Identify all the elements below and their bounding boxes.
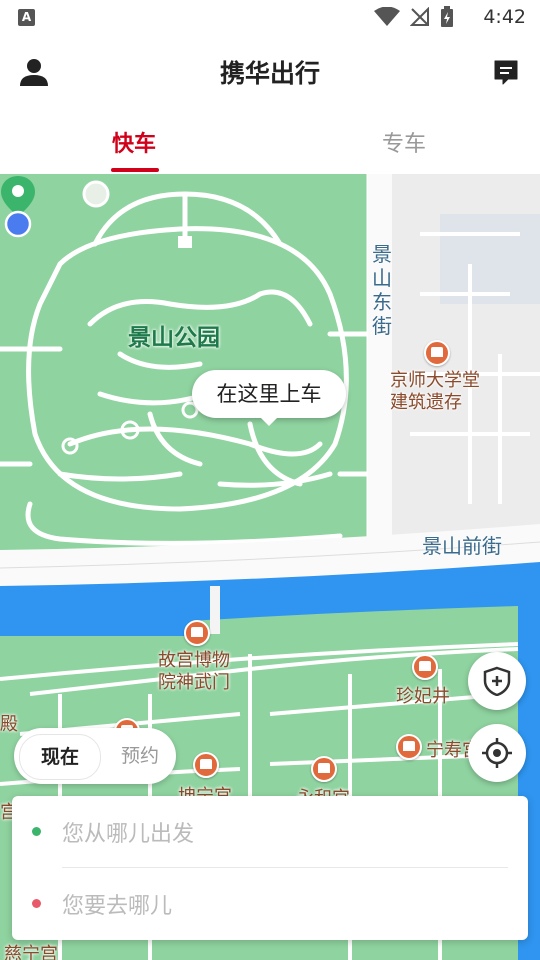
active-tab-indicator [111,168,159,172]
now-button[interactable]: 现在 [19,734,101,780]
service-tabs: 快车 专车 [0,108,540,174]
wifi-icon [374,7,400,26]
crosshair-icon [482,738,512,768]
poi-label: 珍妃井 [396,686,450,707]
poi-label: 京师大学堂 建筑遗存 [390,370,480,413]
page-title: 携华出行 [219,59,320,88]
clock: 4:42 [483,6,526,28]
park-label: 景山公园 [128,325,220,351]
to-address-field[interactable]: 您要去哪儿 [12,868,528,938]
battery-charging-icon [441,6,453,27]
poi-marker-icon[interactable] [396,734,422,760]
time-toggle: 现在 预约 [14,728,176,784]
shield-plus-icon [483,666,511,696]
message-icon[interactable] [492,58,520,86]
reserve-button[interactable]: 预约 [110,734,170,778]
to-address-placeholder: 您要去哪儿 [62,894,173,919]
status-bar: A 4:42 [0,0,540,36]
app-header: 携华出行 [0,36,540,108]
poi-marker-icon[interactable] [311,756,337,782]
tab-premium[interactable]: 专车 [382,126,426,158]
from-address-field[interactable]: 您从哪儿出发 [12,796,528,866]
poi-marker-icon[interactable] [412,654,438,680]
poi-marker-icon[interactable] [424,340,450,366]
poi-label: 故宫博物 院神武门 [158,650,230,693]
pickup-pin-icon [1,176,35,238]
pickup-bubble[interactable]: 在这里上车 [192,370,346,426]
no-signal-icon [410,7,429,26]
poi-marker-icon[interactable] [193,752,219,778]
status-icons [374,6,454,28]
address-card: 您从哪儿出发 您要去哪儿 [12,796,528,940]
poi-label: 殿 [0,714,18,735]
origin-dot-icon [32,827,41,836]
street-label-front: 景山前街 [422,534,502,558]
tab-express[interactable]: 快车 [112,126,156,158]
safety-button[interactable] [468,652,526,710]
poi-label: 慈宁宫 [4,944,58,960]
locate-me-button[interactable] [468,724,526,782]
from-address-placeholder: 您从哪儿出发 [62,822,195,847]
destination-dot-icon [32,899,41,908]
street-label-east: 景山东街 [372,242,392,338]
app-notification-icon: A [18,9,35,26]
poi-marker-icon[interactable] [184,620,210,646]
